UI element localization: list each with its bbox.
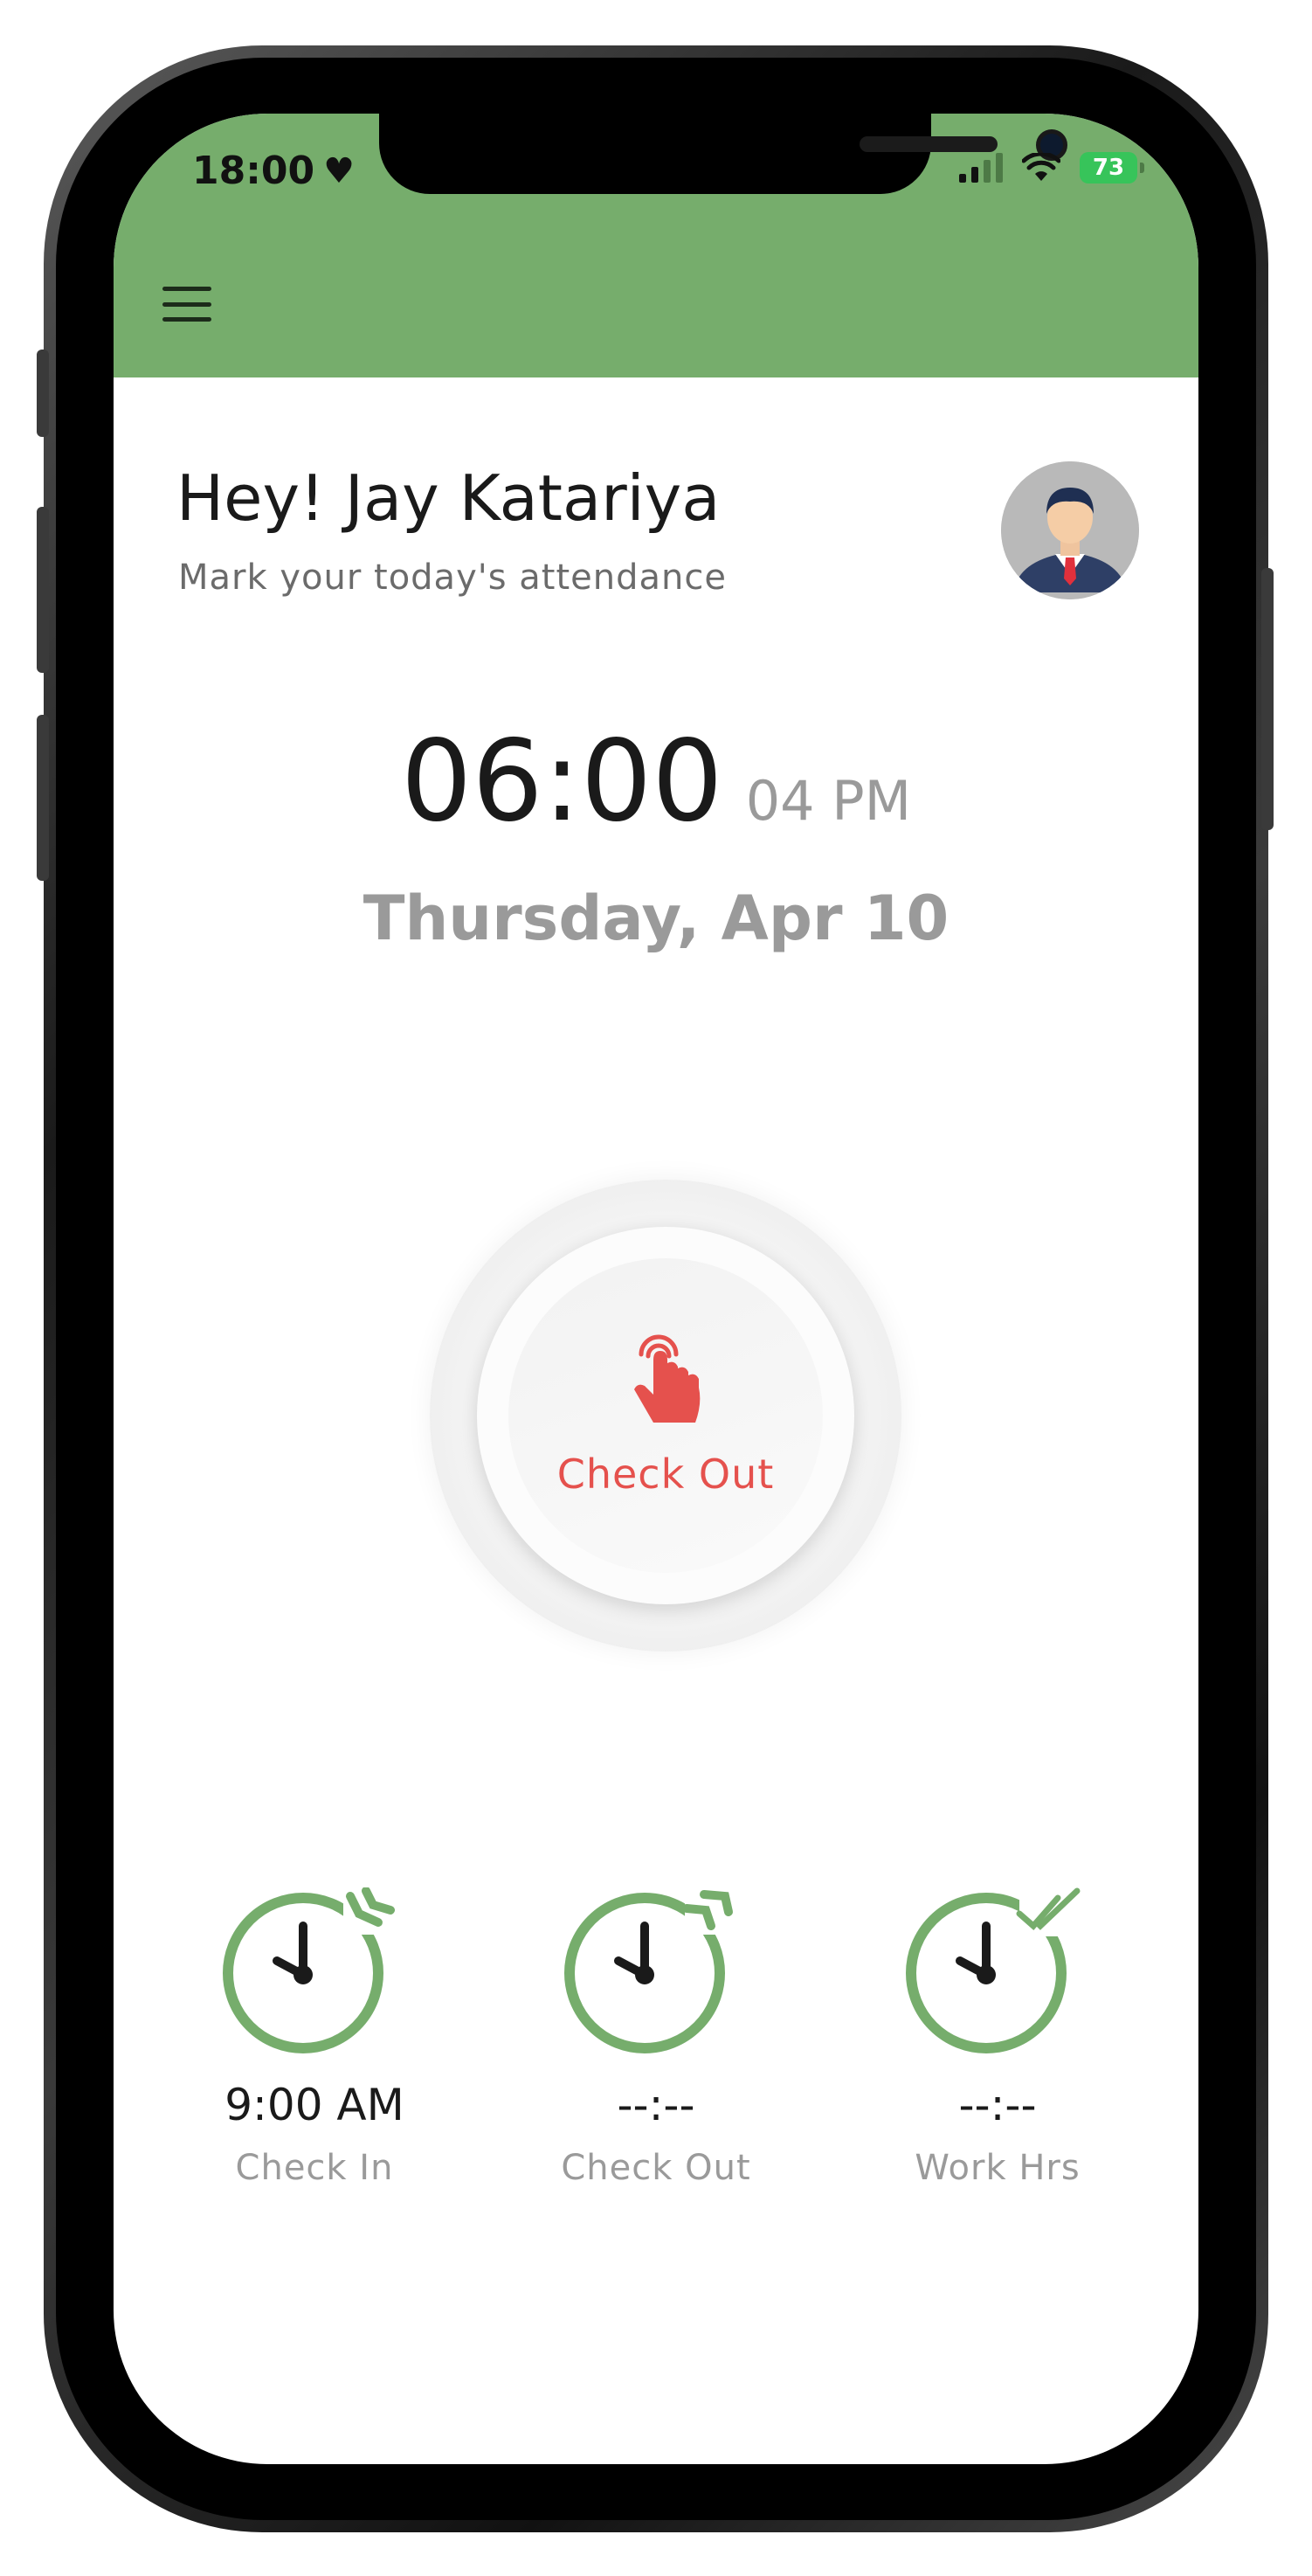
checkout-button-label: Check Out — [556, 1451, 775, 1498]
speaker-grille — [860, 136, 998, 152]
greeting-subtitle: Mark your today's attendance — [178, 557, 727, 598]
tap-hand-icon — [634, 1334, 701, 1423]
clock-time: 06:00 — [400, 717, 723, 847]
clock-check-icon — [906, 1887, 1089, 2053]
check-in-label: Check In — [235, 2148, 394, 2188]
check-out-time: --:-- — [617, 2080, 695, 2130]
battery-level: 73 — [1092, 155, 1125, 181]
volume-up-button — [37, 507, 49, 673]
check-out-label: Check Out — [561, 2148, 751, 2188]
work-hours-value: --:-- — [958, 2080, 1037, 2130]
current-time: 06:00 04 PM — [114, 717, 1198, 847]
status-bar-time: 18:00 ♥ — [192, 149, 355, 193]
work-hours-label: Work Hrs — [915, 2148, 1081, 2188]
battery-icon: 73 — [1080, 152, 1144, 184]
status-bar-indicators: 73 — [959, 152, 1144, 184]
heart-icon: ♥ — [323, 150, 355, 191]
hamburger-icon[interactable] — [162, 287, 211, 322]
stat-check-in: 9:00 AM Check In — [183, 1887, 445, 2188]
phone-bezel: 18:00 ♥ 73 Hey! Jay Katariya Mark your t… — [56, 58, 1256, 2520]
mute-switch — [37, 350, 49, 437]
clock-out-icon — [564, 1887, 739, 2053]
cellular-signal-icon — [959, 153, 1003, 183]
attendance-stats: 9:00 AM Check In --:-- Check Out --:-- W… — [183, 1887, 1129, 2188]
clock-in-icon — [223, 1887, 397, 2053]
app-header: 18:00 ♥ 73 — [114, 114, 1198, 377]
phone-frame: 18:00 ♥ 73 Hey! Jay Katariya Mark your t… — [44, 45, 1268, 2532]
status-time-text: 18:00 — [192, 149, 315, 193]
wifi-icon — [1022, 153, 1060, 181]
check-in-time: 9:00 AM — [224, 2080, 404, 2130]
clock-ampm: 04 PM — [745, 769, 912, 833]
camera-notch — [379, 114, 1067, 194]
current-date: Thursday, Apr 10 — [363, 883, 949, 954]
avatar[interactable] — [1001, 461, 1139, 599]
stat-check-out: --:-- Check Out — [525, 1887, 787, 2188]
checkout-button[interactable]: Check Out — [477, 1227, 854, 1604]
checkout-button-core: Check Out — [508, 1258, 823, 1573]
app-screen: 18:00 ♥ 73 Hey! Jay Katariya Mark your t… — [114, 114, 1198, 2464]
greeting-title: Hey! Jay Katariya — [176, 461, 721, 535]
power-button — [1261, 568, 1274, 830]
stat-work-hours: --:-- Work Hrs — [867, 1887, 1129, 2188]
volume-down-button — [37, 715, 49, 881]
checkout-button-ring: Check Out — [430, 1180, 901, 1652]
user-avatar-icon — [1001, 461, 1139, 599]
